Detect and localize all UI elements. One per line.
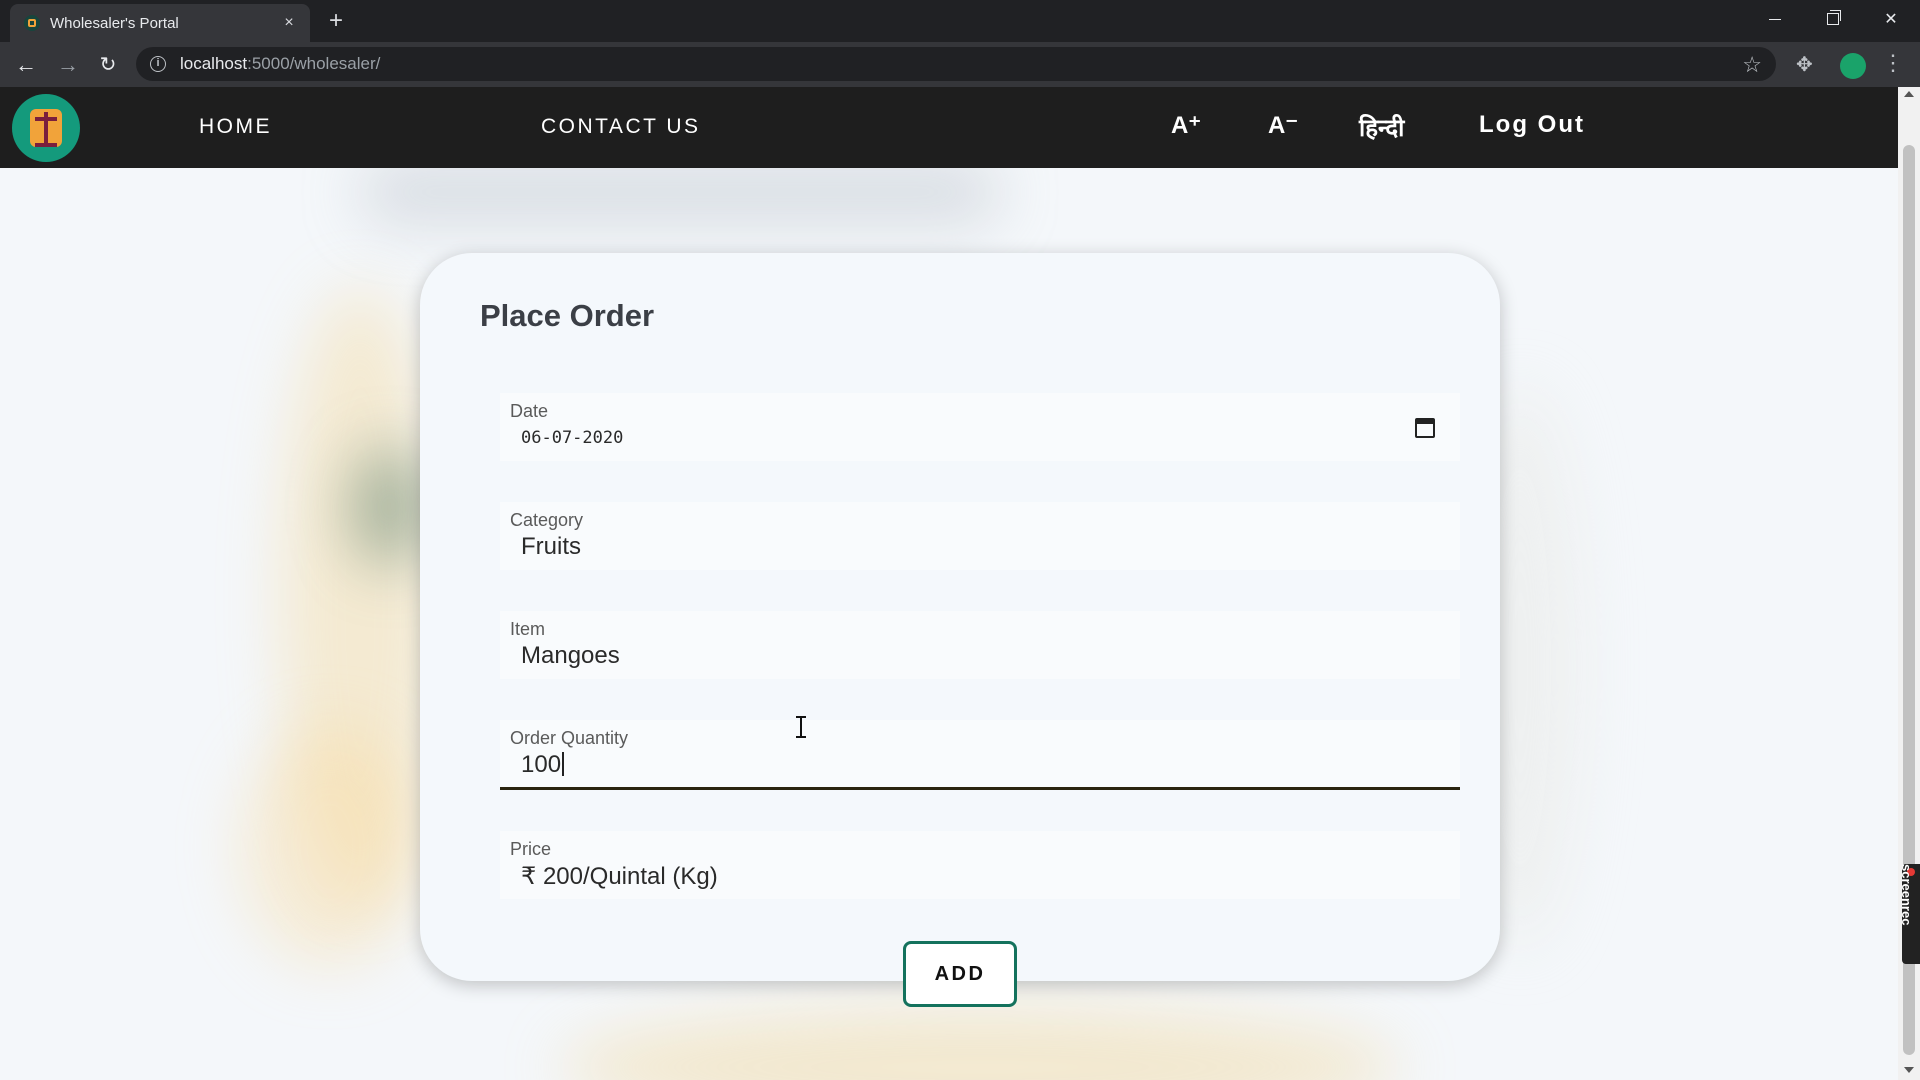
browser-tabbar: Wholesaler's Portal × + ✕ [0,0,1920,42]
close-icon: ✕ [1884,11,1898,28]
close-tab-icon[interactable]: × [280,14,298,32]
site-navbar: HOME CONTACT US A⁺ A⁻ हिन्दी Log Out [0,87,1898,168]
calendar-icon[interactable] [1415,418,1435,438]
field-label: Item [510,619,546,639]
date-input[interactable]: 06-07-2020 [521,428,623,448]
minimize-icon [1769,18,1781,20]
date-field[interactable]: Date 06-07-2020 [500,393,1460,461]
nav-home-link[interactable]: HOME [199,115,272,139]
category-field[interactable]: Category Fruits [500,502,1460,570]
background-blur [240,727,420,967]
language-toggle[interactable]: हिन्दी [1359,111,1404,144]
font-decrease-button[interactable]: A⁻ [1268,111,1298,140]
logout-link[interactable]: Log Out [1479,111,1585,139]
screenrec-watermark: screenrec [1899,864,1920,964]
puzzle-icon[interactable]: ✥ [1796,52,1813,77]
font-increase-button[interactable]: A⁺ [1171,111,1201,140]
text-cursor-icon [795,716,807,738]
info-icon[interactable]: i [150,56,166,72]
scroll-up-icon[interactable] [1904,91,1914,97]
field-label: Date [510,401,549,421]
nav-contact-link[interactable]: CONTACT US [541,115,701,139]
address-bar[interactable]: i localhost :5000/wholesaler/ ☆ [136,47,1776,81]
tab-title: Wholesaler's Portal [50,14,179,32]
item-field[interactable]: Item Mangoes [500,611,1460,679]
background-blur [560,1007,1400,1080]
back-arrow-icon[interactable]: ← [10,49,42,81]
place-order-card: Place Order Date 06-07-2020 Category Fru… [420,253,1500,1007]
url-path: :5000/wholesaler/ [247,54,381,73]
browser-toolbar: ← → ↻ i localhost :5000/wholesaler/ ☆ ✥ … [0,42,1920,87]
minimize-button[interactable] [1746,0,1804,38]
price-field: Price ₹ 200/Quintal (Kg) [500,831,1460,899]
watermark-label: screenrec [1899,864,1914,926]
restore-icon [1827,10,1841,25]
close-window-button[interactable]: ✕ [1862,0,1920,38]
order-quantity-field[interactable]: Order Quantity 100 [500,720,1460,790]
kebab-menu-icon[interactable]: ⋮ [1882,50,1904,76]
profile-avatar[interactable] [1840,53,1866,79]
category-select[interactable]: Fruits [521,533,581,561]
favicon-icon [24,15,40,31]
window-controls: ✕ [1746,0,1920,38]
page-viewport: HOME CONTACT US A⁺ A⁻ हिन्दी Log Out Pla… [0,87,1898,1080]
field-label: Category [510,510,584,530]
field-label: Price [510,839,552,859]
field-label: Order Quantity [510,728,629,748]
scroll-down-icon[interactable] [1904,1067,1914,1073]
item-select[interactable]: Mangoes [521,642,620,670]
wheat-logo-icon [30,109,62,147]
forward-arrow-icon[interactable]: → [52,49,84,81]
url-host: localhost [180,54,248,73]
background-blur [350,447,430,567]
browser-tab[interactable]: Wholesaler's Portal × [10,4,310,42]
add-button[interactable]: ADD [903,941,1017,1007]
restore-button[interactable] [1804,0,1862,38]
new-tab-button[interactable]: + [322,8,350,36]
site-logo[interactable] [12,94,80,162]
card-title: Place Order [480,298,655,333]
text-caret [562,752,565,776]
order-quantity-value: 100 [521,751,562,778]
order-quantity-input[interactable]: 100 [521,751,565,779]
star-icon[interactable]: ☆ [1742,52,1762,78]
reload-icon[interactable]: ↻ [92,49,124,81]
price-value: ₹ 200/Quintal (Kg) [521,863,718,890]
background-blur [360,162,1000,222]
